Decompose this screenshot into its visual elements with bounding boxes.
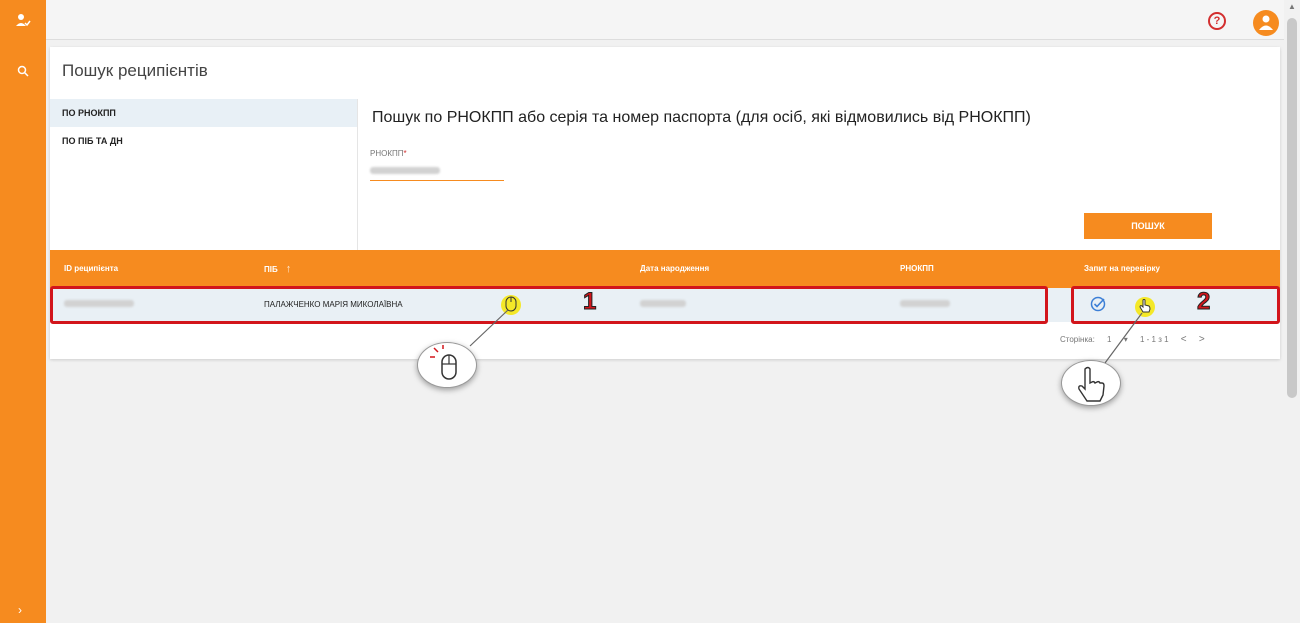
mouse-click-icon <box>430 345 457 380</box>
mouse-zoom-bubble <box>417 342 477 388</box>
callout-leader-lines <box>469 309 1143 364</box>
hand-zoom-bubble <box>1061 360 1121 406</box>
hand-pointer-icon <box>1078 366 1105 402</box>
